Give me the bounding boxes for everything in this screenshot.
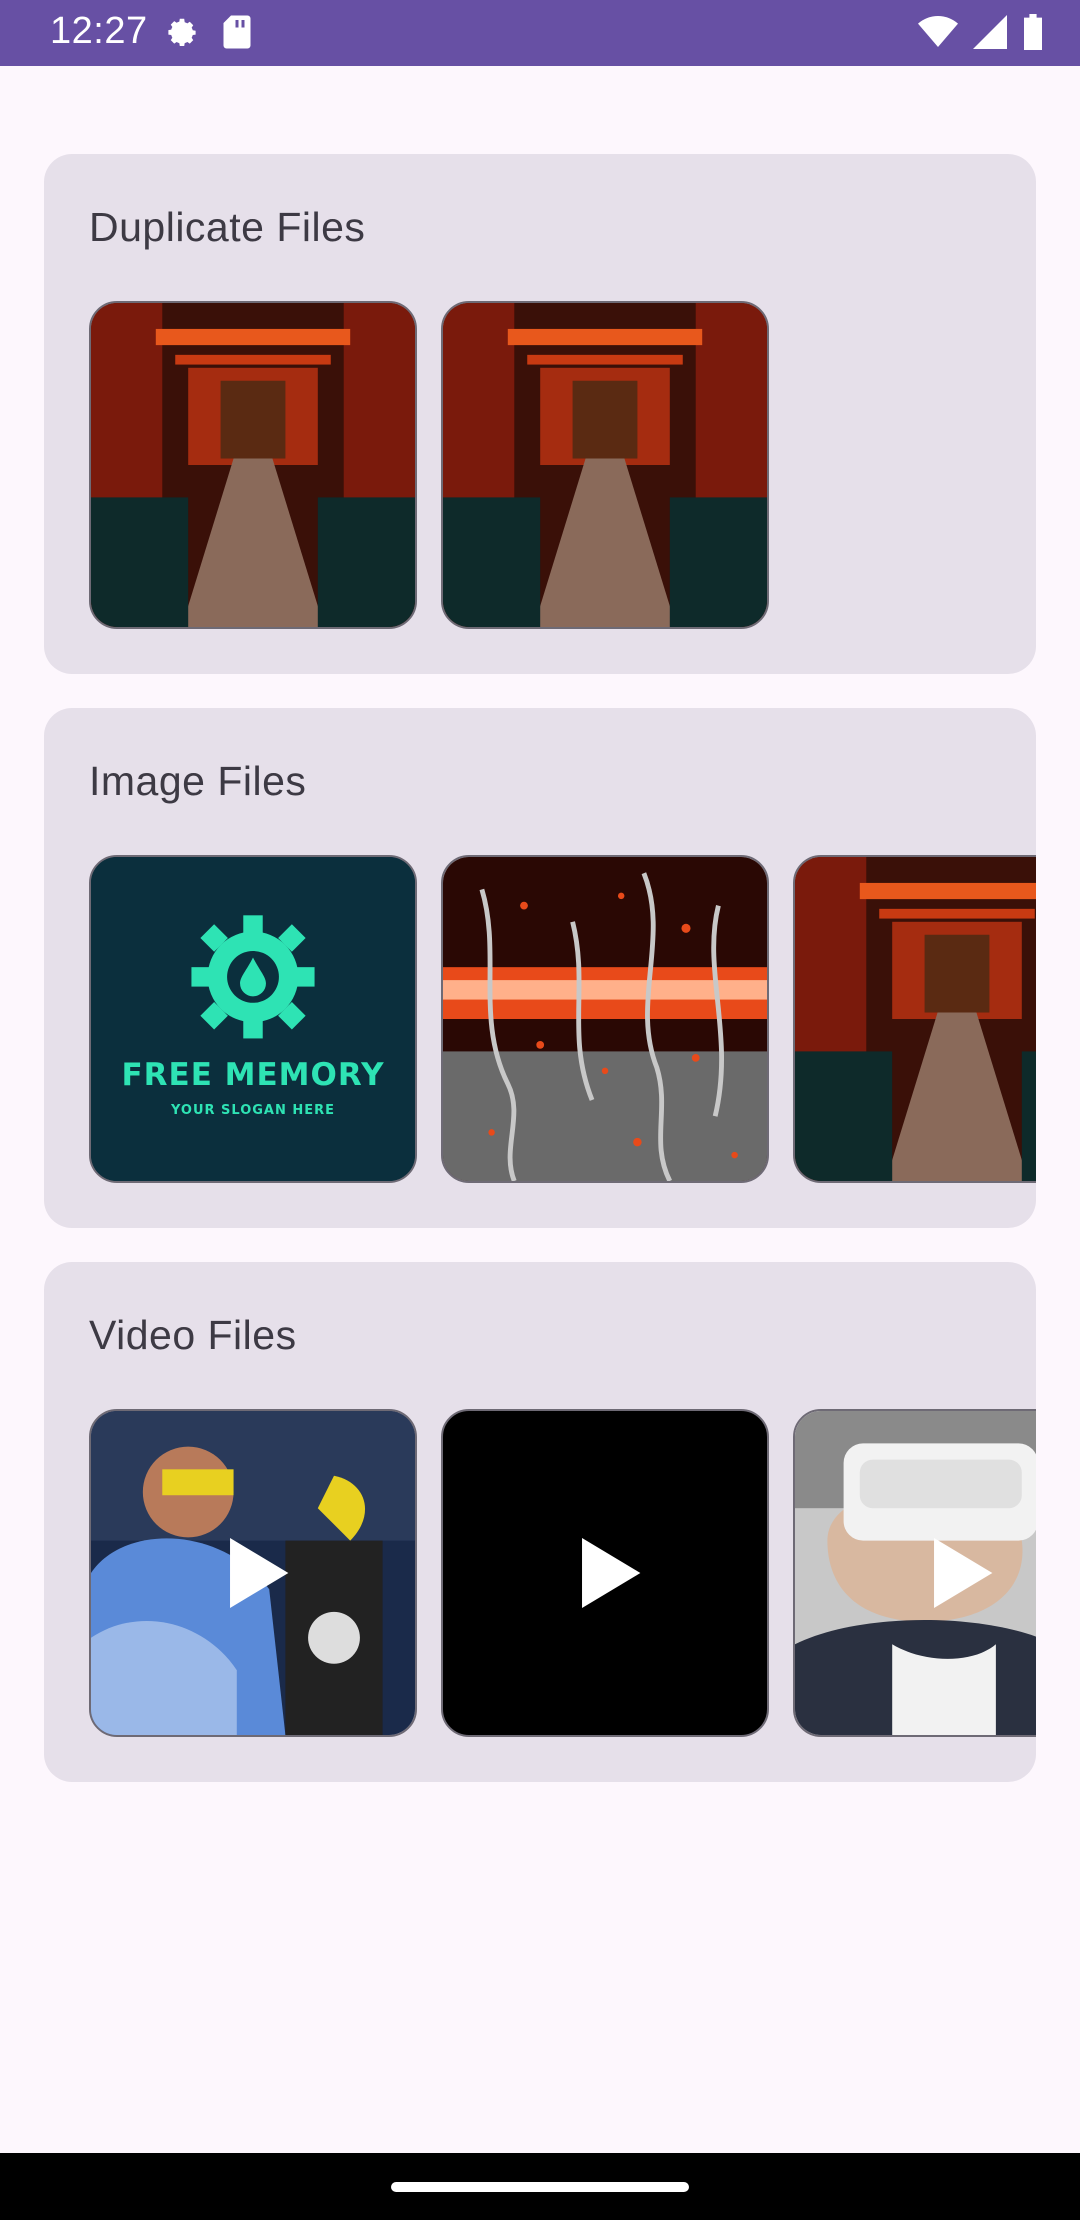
status-time: 12:27 bbox=[50, 10, 148, 52]
play-icon bbox=[582, 1538, 641, 1608]
rain-drops-image[interactable] bbox=[441, 855, 769, 1183]
battery-icon bbox=[1022, 14, 1044, 55]
lab-scientist-video[interactable] bbox=[89, 1409, 417, 1737]
black-video[interactable] bbox=[441, 1409, 769, 1737]
settings-icon bbox=[163, 14, 201, 57]
play-icon bbox=[230, 1538, 289, 1608]
thumbnail-row[interactable]: FREE MEMORY YOUR SLOGAN HERE bbox=[89, 855, 1036, 1185]
logo-title: FREE MEMORY bbox=[121, 1057, 385, 1093]
free-memory-logo-image[interactable]: FREE MEMORY YOUR SLOGAN HERE bbox=[89, 855, 417, 1183]
home-handle[interactable] bbox=[391, 2182, 689, 2192]
sd-card-icon bbox=[221, 14, 253, 57]
thumbnail-row[interactable] bbox=[89, 1409, 1036, 1739]
image-files-card[interactable]: Image Files FREE MEMORY YOUR SLOGAN HERE bbox=[44, 708, 1036, 1228]
section-title: Image Files bbox=[89, 758, 307, 804]
signal-icon bbox=[972, 15, 1008, 54]
wifi-icon bbox=[918, 15, 958, 54]
torii-path-image[interactable] bbox=[441, 301, 769, 629]
torii-path-image[interactable] bbox=[89, 301, 417, 629]
play-icon bbox=[934, 1538, 993, 1608]
section-title: Video Files bbox=[89, 1312, 297, 1358]
thumbnail-row[interactable] bbox=[89, 301, 1036, 631]
video-files-card[interactable]: Video Files bbox=[44, 1262, 1036, 1782]
logo-slogan: YOUR SLOGAN HERE bbox=[170, 1103, 336, 1118]
vr-headset-video[interactable] bbox=[793, 1409, 1036, 1737]
torii-path-image[interactable] bbox=[793, 855, 1036, 1183]
section-title: Duplicate Files bbox=[89, 204, 366, 250]
status-bar: 12:27 bbox=[0, 0, 1080, 66]
duplicate-files-card[interactable]: Duplicate Files bbox=[44, 154, 1036, 674]
